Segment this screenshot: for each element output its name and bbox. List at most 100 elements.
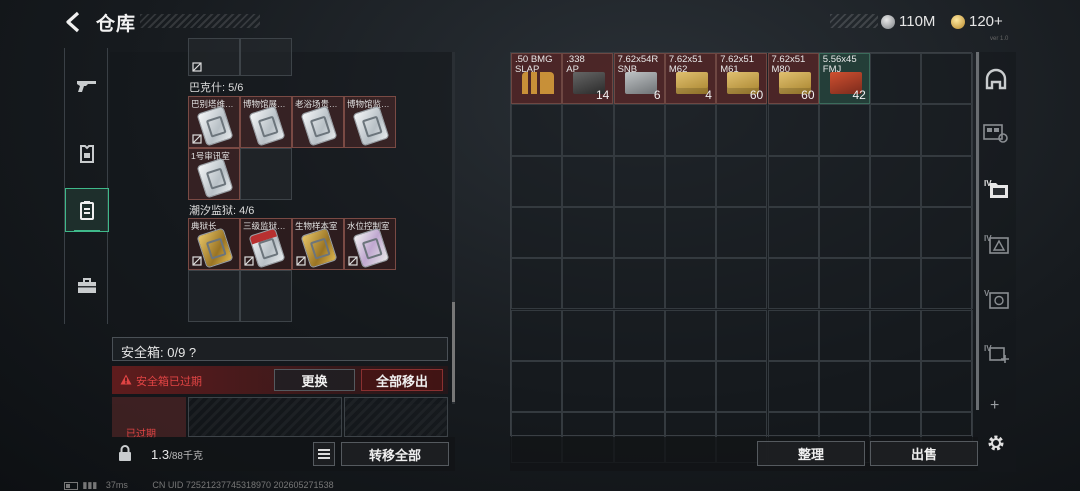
stash-cell[interactable] xyxy=(664,258,717,310)
stash-cell[interactable] xyxy=(613,104,665,156)
keycard-item[interactable]: 生物样本室 xyxy=(292,218,344,270)
keycard-item[interactable]: 水位控制室 xyxy=(344,218,396,270)
ammo-item[interactable]: .50 BMG SLAP xyxy=(511,53,562,104)
keycard-item[interactable]: 博物馆展… xyxy=(240,96,292,148)
nav-weapons[interactable] xyxy=(65,64,109,108)
nav-storage[interactable] xyxy=(65,264,109,308)
grid-cell[interactable] xyxy=(240,148,292,200)
card-target-icon[interactable]: V xyxy=(984,287,1010,309)
ammo-item[interactable]: 5.56x45 FMJ 42 xyxy=(818,53,870,104)
gear-rack-icon[interactable] xyxy=(983,122,1009,144)
sort-button[interactable]: 整理 xyxy=(757,441,865,466)
stash-cell[interactable] xyxy=(664,155,717,207)
ammo-item[interactable]: 7.62x51 M62 4 xyxy=(664,53,716,104)
ammo-item[interactable]: 7.62x54R SNB 6 xyxy=(613,53,665,104)
stash-cell[interactable] xyxy=(870,360,922,413)
stash-cell[interactable] xyxy=(562,104,614,156)
ammo-item[interactable]: 7.62x51 M61 60 xyxy=(716,53,768,104)
stash-cell[interactable] xyxy=(870,258,922,310)
grid-cell[interactable] xyxy=(240,270,292,322)
move-all-out-button[interactable]: 全部移出 xyxy=(361,369,443,391)
stash-cell[interactable] xyxy=(767,104,819,156)
stash-cell[interactable] xyxy=(613,155,665,207)
grid-cell[interactable] xyxy=(240,38,292,76)
stash-cell[interactable] xyxy=(511,309,563,361)
stash-cell[interactable] xyxy=(921,155,973,207)
stash-cell[interactable] xyxy=(716,155,768,207)
grid-cell[interactable] xyxy=(188,270,240,322)
stash-cell[interactable] xyxy=(870,104,922,156)
stash-cell[interactable] xyxy=(716,360,768,413)
keycard-item[interactable]: 老浴场贵… xyxy=(292,96,344,148)
transfer-all-button[interactable]: 转移全部 xyxy=(341,442,449,466)
back-arrow-icon[interactable] xyxy=(62,10,86,34)
card-folder-icon[interactable]: IV xyxy=(984,177,1010,199)
stash-cell[interactable] xyxy=(613,309,665,361)
stash-cell[interactable] xyxy=(767,155,819,207)
stash-cell[interactable] xyxy=(613,206,665,259)
stash-cell[interactable] xyxy=(562,258,614,310)
stash-cell[interactable] xyxy=(767,258,819,310)
ammo-item[interactable]: .338 AP 14 xyxy=(562,53,614,104)
keycard-item[interactable]: 1号审讯室 xyxy=(188,148,240,200)
stash-cell[interactable] xyxy=(613,360,665,413)
stash-cell[interactable] xyxy=(818,206,871,259)
stash-cell[interactable] xyxy=(716,206,768,259)
stash-cell[interactable] xyxy=(870,206,922,259)
lock-icon[interactable] xyxy=(118,445,132,461)
stash-scrollbar[interactable] xyxy=(976,52,979,410)
stash-cell[interactable] xyxy=(664,104,717,156)
stash-cell[interactable] xyxy=(870,155,922,207)
keycard-item[interactable]: 典狱长 xyxy=(188,218,240,270)
settings-gear-icon[interactable] xyxy=(986,433,1006,453)
nav-cards[interactable] xyxy=(65,188,109,232)
stash-cell[interactable] xyxy=(818,104,871,156)
nav-armor[interactable] xyxy=(65,132,109,176)
card-add-icon[interactable]: IV xyxy=(984,342,1010,364)
keycard-item[interactable]: 巴别塔维… xyxy=(188,96,240,148)
stash-cell[interactable] xyxy=(511,360,563,413)
stash-cell[interactable] xyxy=(664,309,717,361)
stash-cell[interactable] xyxy=(921,104,973,156)
expired-safebox-slot[interactable]: 已过期 xyxy=(112,397,186,440)
stash-cell[interactable] xyxy=(562,360,614,413)
gold-currency-value[interactable]: 120+ xyxy=(969,13,1003,30)
grid-cell[interactable] xyxy=(188,38,240,76)
stash-cell[interactable] xyxy=(767,309,819,361)
safebox-slot[interactable] xyxy=(188,397,342,437)
stash-cell[interactable] xyxy=(562,206,614,259)
keycard-item[interactable]: 博物馆监… xyxy=(344,96,396,148)
stash-cell[interactable] xyxy=(767,206,819,259)
helmet-icon[interactable] xyxy=(984,68,1008,92)
stash-cell[interactable] xyxy=(664,360,717,413)
stash-cell[interactable] xyxy=(767,360,819,413)
add-icon[interactable]: + xyxy=(990,397,999,415)
stash-cell[interactable] xyxy=(716,309,768,361)
stash-cell[interactable] xyxy=(870,309,922,361)
stash-cell[interactable] xyxy=(511,104,563,156)
keycard-item[interactable]: 三级监狱… xyxy=(240,218,292,270)
stash-cell[interactable] xyxy=(921,360,973,413)
safebox-slot[interactable] xyxy=(344,397,448,437)
stash-cell[interactable] xyxy=(921,258,973,310)
stash-cell[interactable] xyxy=(511,155,563,207)
stash-cell[interactable] xyxy=(818,155,871,207)
stash-cell[interactable] xyxy=(921,53,973,105)
stash-cell[interactable] xyxy=(716,104,768,156)
safebox-scrollbar[interactable] xyxy=(452,52,455,404)
stash-cell[interactable] xyxy=(613,258,665,310)
stash-cell[interactable] xyxy=(562,309,614,361)
stash-cell[interactable] xyxy=(562,155,614,207)
stash-grid[interactable]: .50 BMG SLAP .338 AP 14 7.62x54R SNB 6 7.62x5… xyxy=(510,52,973,464)
stash-cell[interactable] xyxy=(716,258,768,310)
stash-cell[interactable] xyxy=(511,206,563,259)
stash-cell[interactable] xyxy=(818,360,871,413)
stash-cell[interactable] xyxy=(818,258,871,310)
list-view-button[interactable] xyxy=(313,442,335,466)
sell-button[interactable]: 出售 xyxy=(870,441,978,466)
card-alert-icon[interactable]: IV xyxy=(984,232,1010,254)
stash-cell[interactable] xyxy=(818,309,871,361)
stash-cell[interactable] xyxy=(921,309,973,361)
stash-cell[interactable] xyxy=(511,258,563,310)
replace-button[interactable]: 更换 xyxy=(274,369,355,391)
